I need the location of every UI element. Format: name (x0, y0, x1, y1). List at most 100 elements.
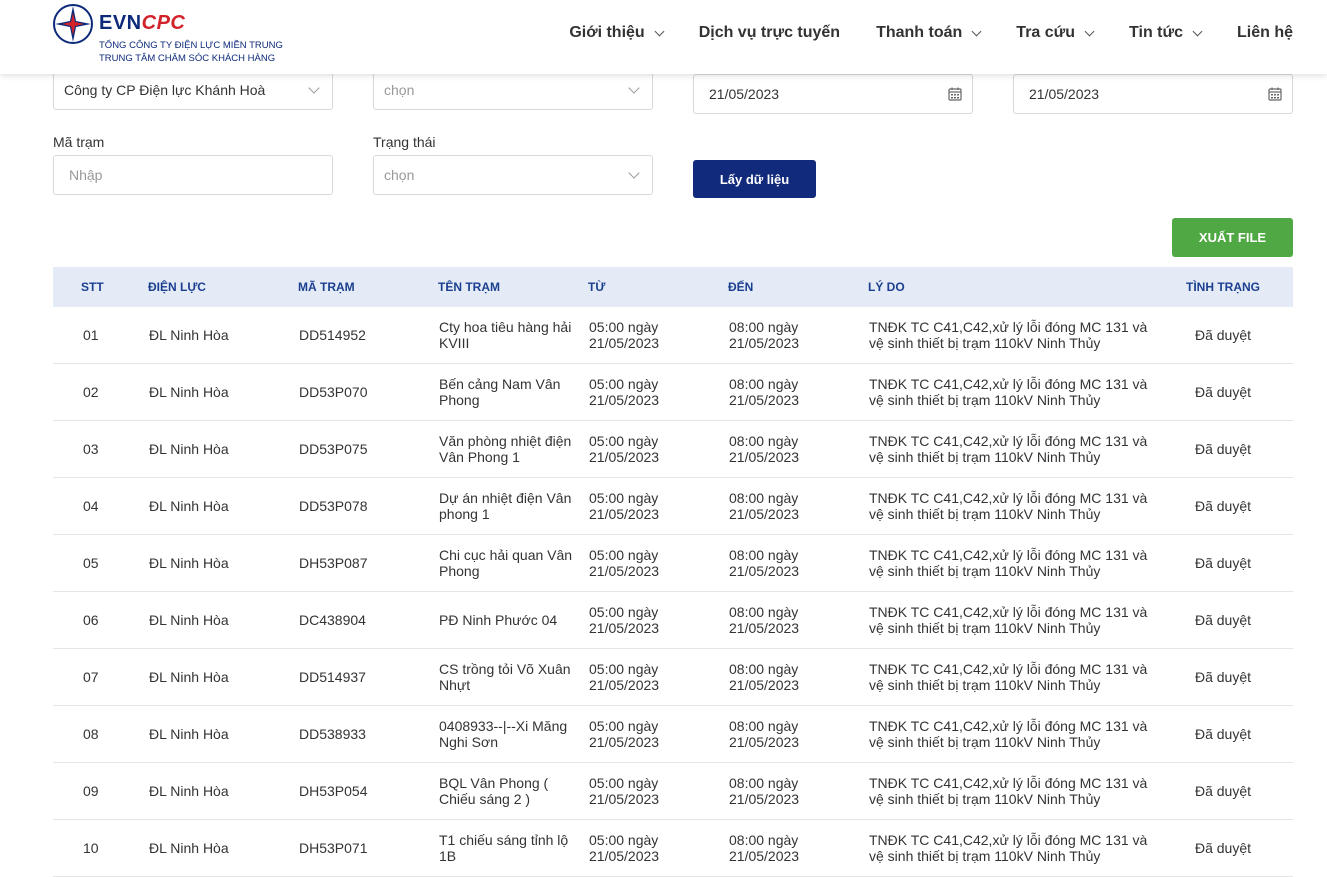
unit-select[interactable]: chọn (373, 70, 653, 110)
evn-logo-icon (53, 4, 93, 44)
station-label: Mã trạm (53, 134, 105, 150)
chevron-down-icon (1192, 26, 1203, 36)
calendar-icon[interactable] (948, 87, 962, 101)
table-row: 10 ĐL Ninh Hòa DH53P071 T1 chiếu sáng tỉnh … (53, 820, 1293, 877)
cell-tu: 05:00 ngày 21/05/2023 (589, 433, 660, 465)
cell-dien-luc: ĐL Ninh Hòa (149, 726, 229, 742)
cell-stt: 01 (83, 327, 99, 343)
cell-ma-tram: DC438904 (299, 612, 366, 628)
cell-den: 08:00 ngày 21/05/2023 (729, 718, 800, 750)
cell-ly-do: TNĐK TC C41,C42,xử lý lỗi đóng MC 131 và… (869, 490, 1148, 522)
site-header: EVNCPC TỔNG CÔNG TY ĐIỆN LỰC MIỀN TRUNG … (0, 0, 1327, 74)
cell-dien-luc: ĐL Ninh Hòa (149, 840, 229, 856)
cell-tu: 05:00 ngày 21/05/2023 (589, 775, 660, 807)
table-row: 02 ĐL Ninh Hòa DD53P070 Bến cảng Nam Vân Ph… (53, 364, 1293, 421)
cell-ly-do: TNĐK TC C41,C42,xử lý lỗi đóng MC 131 và… (869, 319, 1148, 351)
cell-ma-tram: DH53P071 (299, 840, 368, 856)
cell-ma-tram: DD53P075 (299, 441, 368, 457)
brand-evn: EVN (99, 12, 142, 34)
cell-dien-luc: ĐL Ninh Hòa (149, 441, 229, 457)
nav-item-thanh-toan[interactable]: Thanh toán (876, 24, 982, 42)
nav-item-gioi-thieu[interactable]: Giới thiệu (569, 24, 665, 42)
cell-tu: 05:00 ngày 21/05/2023 (589, 319, 660, 351)
status-select[interactable]: chọn (373, 155, 653, 195)
nav-item-lien-he[interactable]: Liên hệ (1237, 24, 1293, 42)
header-ma-tram: MÃ TRẠM (298, 280, 355, 294)
nav-label: Liên hệ (1236, 24, 1293, 41)
cell-stt: 10 (83, 840, 99, 856)
cell-stt: 09 (83, 783, 99, 799)
cell-stt: 02 (83, 384, 99, 400)
header-ten-tram: TÊN TRẠM (438, 280, 500, 294)
cell-tinh-trang: Đã duyệt (1194, 327, 1252, 343)
station-input[interactable] (64, 167, 332, 183)
nav-item-tin-tuc[interactable]: Tin tức (1129, 24, 1203, 42)
cell-tu: 05:00 ngày 21/05/2023 (589, 832, 660, 864)
cell-ma-tram: DD53P070 (299, 384, 368, 400)
cell-ly-do: TNĐK TC C41,C42,xử lý lỗi đóng MC 131 và… (869, 718, 1148, 750)
company-select[interactable]: Công ty CP Điện lực Khánh Hoà (53, 70, 333, 110)
cell-ten-tram: Bến cảng Nam Vân Phong (439, 376, 561, 408)
cell-den: 08:00 ngày 21/05/2023 (729, 604, 800, 636)
table-header: STT ĐIỆN LỰC MÃ TRẠM TÊN TRẠM TỪ ĐẾN LÝ … (53, 267, 1293, 307)
brand-cpc: CPC (141, 12, 186, 34)
cell-den: 08:00 ngày 21/05/2023 (729, 547, 800, 579)
date-to-field[interactable]: 21/05/2023 (1013, 74, 1293, 114)
cell-ly-do: TNĐK TC C41,C42,xử lý lỗi đóng MC 131 và… (869, 604, 1148, 636)
nav-label: Tin tức (1129, 24, 1183, 41)
cell-den: 08:00 ngày 21/05/2023 (729, 661, 800, 693)
cell-tinh-trang: Đã duyệt (1194, 612, 1252, 628)
table-row: 06 ĐL Ninh Hòa DC438904 PĐ Ninh Phước 04 05:… (53, 592, 1293, 649)
export-file-button[interactable]: XUẤT FILE (1172, 218, 1293, 257)
brand-subtitle-1: TỔNG CÔNG TY ĐIỆN LỰC MIỀN TRUNG (99, 40, 283, 51)
table-row: 05 ĐL Ninh Hòa DH53P087 Chi cục hải quan Vâ… (53, 535, 1293, 592)
cell-ly-do: TNĐK TC C41,C42,xử lý lỗi đóng MC 131 và… (869, 832, 1148, 864)
table-row: 04 ĐL Ninh Hòa DD53P078 Dự án nhiệt điện Vâ… (53, 478, 1293, 535)
cell-ma-tram: DD53P078 (299, 498, 368, 514)
cell-ten-tram: PĐ Ninh Phước 04 (439, 612, 558, 628)
cell-den: 08:00 ngày 21/05/2023 (729, 376, 800, 408)
date-from-field[interactable]: 21/05/2023 (693, 74, 973, 114)
nav-label: Giới thiệu (569, 24, 645, 41)
brand-subtitle-2: TRUNG TÂM CHĂM SÓC KHÁCH HÀNG (99, 53, 276, 64)
cell-ly-do: TNĐK TC C41,C42,xử lý lỗi đóng MC 131 và… (869, 661, 1148, 693)
cell-den: 08:00 ngày 21/05/2023 (729, 775, 800, 807)
cell-ten-tram: 0408933--|--Xi Măng Nghi Sơn (439, 718, 568, 750)
cell-dien-luc: ĐL Ninh Hòa (149, 498, 229, 514)
calendar-icon[interactable] (1268, 87, 1282, 101)
evncpc-logo[interactable]: EVNCPC TỔNG CÔNG TY ĐIỆN LỰC MIỀN TRUNG … (52, 3, 292, 67)
cell-tu: 05:00 ngày 21/05/2023 (589, 376, 660, 408)
cell-dien-luc: ĐL Ninh Hòa (149, 384, 229, 400)
cell-stt: 06 (83, 612, 99, 628)
outage-table: STT ĐIỆN LỰC MÃ TRẠM TÊN TRẠM TỪ ĐẾN LÝ … (53, 267, 1293, 877)
cell-tu: 05:00 ngày 21/05/2023 (589, 490, 660, 522)
station-field[interactable] (53, 155, 333, 195)
chevron-down-icon (1084, 26, 1095, 36)
cell-tu: 05:00 ngày 21/05/2023 (589, 547, 660, 579)
date-from-value: 21/05/2023 (709, 86, 780, 102)
table-row: 03 ĐL Ninh Hòa DD53P075 Văn phòng nhiệt điệ… (53, 421, 1293, 478)
header-stt: STT (81, 280, 104, 294)
cell-tu: 05:00 ngày 21/05/2023 (589, 718, 660, 750)
cell-ly-do: TNĐK TC C41,C42,xử lý lỗi đóng MC 131 và… (869, 376, 1148, 408)
nav-item-dich-vu-truc-tuyen[interactable]: Dịch vụ trực tuyến (699, 24, 840, 42)
header-tu: TỪ (588, 280, 606, 294)
cell-ma-tram: DD538933 (299, 726, 366, 742)
fetch-data-button[interactable]: Lấy dữ liệu (693, 160, 816, 198)
cell-ten-tram: Cty hoa tiêu hàng hải KVIII (439, 319, 572, 351)
table-row: 07 ĐL Ninh Hòa DD514937 CS trồng tỏi Võ Xuâ… (53, 649, 1293, 706)
header-tinh-trang: TÌNH TRẠNG (1186, 280, 1260, 294)
nav-item-tra-cuu[interactable]: Tra cứu (1016, 24, 1095, 42)
cell-den: 08:00 ngày 21/05/2023 (729, 832, 800, 864)
cell-ten-tram: Dự án nhiệt điện Vân phong 1 (439, 490, 572, 522)
cell-tinh-trang: Đã duyệt (1194, 555, 1252, 571)
cell-ten-tram: Văn phòng nhiệt điện Vân Phong 1 (439, 433, 572, 465)
cell-tinh-trang: Đã duyệt (1194, 840, 1252, 856)
cell-tinh-trang: Đã duyệt (1194, 726, 1252, 742)
brand-name: EVNCPC (99, 12, 185, 35)
cell-ly-do: TNĐK TC C41,C42,xử lý lỗi đóng MC 131 và… (869, 547, 1148, 579)
cell-stt: 04 (83, 498, 99, 514)
cell-stt: 08 (83, 726, 99, 742)
cell-ma-tram: DH53P054 (299, 783, 368, 799)
cell-ten-tram: T1 chiếu sáng tỉnh lộ 1B (439, 832, 569, 864)
